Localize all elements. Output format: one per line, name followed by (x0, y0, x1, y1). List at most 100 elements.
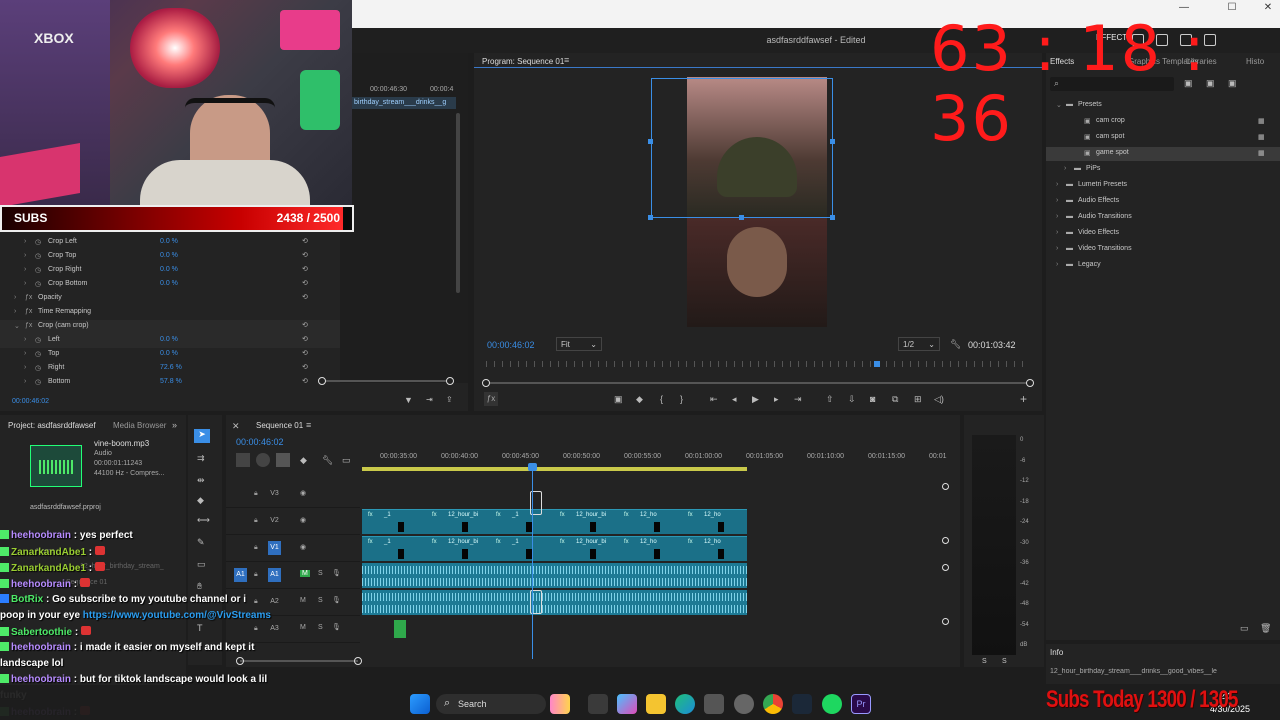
effect-row-value[interactable]: 0.0 % (160, 280, 178, 287)
export-icon[interactable]: ⇪ (446, 395, 453, 404)
expand-chevron-icon[interactable]: › (14, 294, 22, 301)
expand-chevron-icon[interactable]: › (24, 280, 32, 287)
fx-badge-icon[interactable]: ƒx (25, 308, 32, 315)
transform-handle[interactable] (830, 215, 835, 220)
effects-tree-item[interactable]: › ▬ Video Effects (1046, 227, 1280, 241)
fx-badge-icon[interactable]: ƒx (25, 322, 32, 329)
reset-icon[interactable]: ⟲ (302, 321, 308, 329)
lock-icon[interactable]: 🔒︎ (254, 517, 258, 525)
play-icon[interactable]: ▶ (752, 394, 759, 405)
video-clip[interactable]: fx _1 fx 12_hour_bi fx _1 fx 12_hour_bi fx 12_ho f… (362, 509, 747, 534)
expand-chevron-icon[interactable]: › (24, 378, 32, 385)
flowers-widget-icon[interactable] (550, 694, 570, 714)
tree-chevron-icon[interactable]: › (1056, 181, 1058, 188)
lock-icon[interactable]: 🔒︎ (254, 571, 258, 579)
slip-icon[interactable]: ⟷ (197, 515, 210, 526)
zoom-handle-right[interactable] (1026, 379, 1034, 387)
effects-tree-item[interactable]: › ▬ Audio Effects (1046, 195, 1280, 209)
reset-icon[interactable]: ⟲ (302, 377, 308, 385)
chat-username[interactable]: ZanarkandAbe1 (11, 563, 86, 574)
stopwatch-icon[interactable]: ◷ (35, 280, 41, 288)
go-to-out-icon[interactable]: ⇥ (794, 394, 802, 405)
tab-media-browser[interactable]: Media Browser (113, 421, 166, 430)
tree-chevron-icon[interactable]: › (1064, 165, 1066, 172)
multicam-icon[interactable]: ⊞ (914, 394, 922, 405)
tree-chevron-icon[interactable]: › (1056, 213, 1058, 220)
fx-badge-icon[interactable]: ƒx (25, 294, 32, 301)
transform-handle[interactable] (648, 139, 653, 144)
program-zoom-bar[interactable] (486, 382, 1030, 384)
tree-chevron-icon[interactable]: › (1056, 197, 1058, 204)
trash-icon[interactable]: 🗑︎ (1260, 623, 1271, 634)
video-clip[interactable]: fx _1 fx 12_hour_bi fx _1 fx 12_hour_bi fx 12_ho f… (362, 536, 747, 561)
edge-icon[interactable] (675, 694, 695, 714)
track-label[interactable]: V2 (268, 514, 281, 528)
linked-selection-icon[interactable] (276, 453, 290, 467)
chat-username[interactable]: heehoobrain (11, 674, 71, 685)
stopwatch-icon[interactable]: ◷ (35, 350, 41, 358)
info-title[interactable]: Info (1050, 648, 1063, 657)
transform-box[interactable] (651, 78, 833, 218)
audio-clip-vine-boom[interactable] (394, 620, 406, 638)
effect-row[interactable]: › ◷ Crop Right 0.0 % ⟲ (0, 264, 340, 278)
captions-icon[interactable]: ▭ (342, 455, 351, 466)
track-scroll-handle[interactable] (942, 483, 949, 490)
reset-icon[interactable]: ⟲ (302, 279, 308, 287)
reset-icon[interactable]: ⟲ (302, 265, 308, 273)
effects-tree-item[interactable]: › ▬ Legacy (1046, 259, 1280, 273)
camera-icon[interactable]: ◙ (870, 394, 875, 404)
mark-in-icon[interactable]: { (660, 394, 663, 404)
timeline-zoom-bar[interactable] (240, 660, 358, 662)
add-marker-tl-icon[interactable]: ◆ (300, 455, 307, 466)
reset-icon[interactable]: ⟲ (302, 335, 308, 343)
effect-row-value[interactable]: 0.0 % (160, 238, 178, 245)
tree-chevron-icon[interactable]: › (1056, 245, 1058, 252)
file-explorer-icon[interactable] (646, 694, 666, 714)
solo-button[interactable]: S (318, 597, 323, 604)
reset-icon[interactable]: ⟲ (302, 293, 308, 301)
stopwatch-icon[interactable]: ◷ (35, 336, 41, 344)
chrome-icon[interactable] (763, 694, 783, 714)
store-icon[interactable] (704, 694, 724, 714)
solo-left[interactable]: S (982, 658, 987, 665)
step-back-icon[interactable]: ◂ (732, 394, 737, 405)
playhead-line[interactable] (532, 465, 533, 659)
track-label[interactable]: V1 (268, 541, 281, 555)
nest-toggle-icon[interactable] (236, 453, 250, 467)
mute-button[interactable]: M (300, 570, 310, 577)
playhead-handle[interactable] (528, 463, 537, 471)
ec-zoom-bar[interactable] (320, 380, 452, 382)
ec-zoom-handle-right[interactable] (446, 377, 454, 385)
chat-username[interactable]: BotRix (11, 594, 43, 605)
expand-chevron-icon[interactable]: › (24, 350, 32, 357)
effect-row-value[interactable]: 72.6 % (160, 364, 182, 371)
reset-icon[interactable]: ⟲ (302, 349, 308, 357)
stopwatch-icon[interactable]: ◷ (35, 238, 41, 246)
tab-project[interactable]: Project: asdfasrddfawsef (8, 421, 96, 430)
compare-icon[interactable]: ⧉ (892, 394, 898, 405)
add-button-icon[interactable]: + (1020, 392, 1027, 406)
reset-icon[interactable]: ⟲ (302, 237, 308, 245)
mute-button[interactable]: M (300, 597, 306, 604)
chat-username[interactable]: heehoobrain (11, 642, 71, 653)
effect-row[interactable]: ⌄ ƒx Crop (cam crop) ⟲ (0, 320, 340, 334)
effect-row[interactable]: › ◷ Crop Bottom 0.0 % ⟲ (0, 278, 340, 292)
snap-icon[interactable] (256, 453, 270, 467)
track-label[interactable]: A2 (268, 595, 281, 609)
mic-icon[interactable]: 🎙︎ (332, 596, 341, 604)
effect-row[interactable]: › ◷ Crop Top 0.0 % ⟲ (0, 250, 340, 264)
effects-tree-item[interactable]: › ▬ Video Transitions (1046, 243, 1280, 257)
timeline-timecode[interactable]: 00:00:46:02 (236, 437, 284, 447)
track-scroll-handle[interactable] (942, 564, 949, 571)
settings-wrench-icon[interactable]: 🔧︎ (322, 455, 333, 466)
chat-username[interactable]: Sabertoothie (11, 627, 72, 638)
chat-link[interactable]: https://www.youtube.com/@VivStreams (80, 610, 271, 621)
track-label[interactable]: V3 (268, 487, 281, 501)
step-forward-icon[interactable]: ▸ (774, 394, 779, 405)
tree-chevron-icon[interactable]: › (1056, 229, 1058, 236)
expand-chevron-icon[interactable]: › (24, 364, 32, 371)
lock-icon[interactable]: 🔒︎ (254, 544, 258, 552)
expand-chevron-icon[interactable]: › (14, 308, 22, 315)
effect-row-value[interactable]: 57.8 % (160, 378, 182, 385)
reset-icon[interactable]: ⟲ (302, 363, 308, 371)
